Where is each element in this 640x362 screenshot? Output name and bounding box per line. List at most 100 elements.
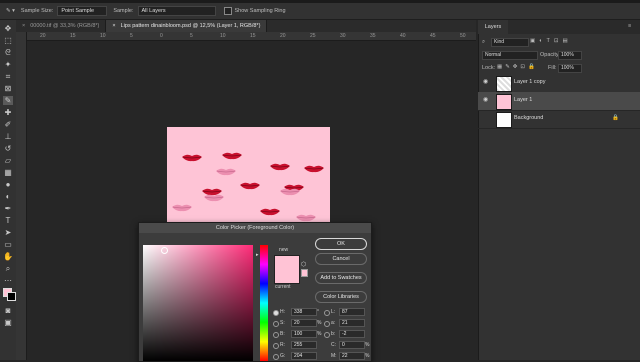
layer-row-selected[interactable]: ◉ Layer 1	[478, 92, 640, 111]
hue-slider[interactable]: ▸	[256, 245, 268, 361]
red-radio[interactable]	[273, 343, 279, 349]
close-icon[interactable]: ×	[22, 23, 25, 29]
web-safe-swatch[interactable]	[301, 269, 308, 277]
healing-brush-icon[interactable]: ✚	[3, 108, 13, 117]
ruler-tick: 25	[310, 33, 316, 39]
color-picker-dialog: Color Picker (Foreground Color) ▸ new ⬡ …	[138, 222, 372, 362]
gradient-tool-icon[interactable]: ▦	[3, 168, 13, 177]
type-tool-icon[interactable]: T	[3, 216, 13, 225]
clone-stamp-icon[interactable]: ⊥	[3, 132, 13, 141]
opacity-input[interactable]: 100%	[558, 51, 582, 60]
lips-graphic	[204, 194, 224, 202]
lock-icons[interactable]: ▦✎✥⊡🔒	[497, 64, 538, 70]
filter-search-icon[interactable]: ⌕	[482, 39, 485, 46]
brightness-input[interactable]: 100	[291, 330, 317, 338]
layer-row[interactable]: ◉ Layer 1 copy	[478, 74, 640, 93]
ruler-tick: 20	[280, 33, 286, 39]
saturation-brightness-field[interactable]	[143, 245, 253, 361]
blur-tool-icon[interactable]: ●	[3, 180, 13, 189]
cancel-button[interactable]: Cancel	[315, 253, 367, 265]
hue-input[interactable]: 338	[291, 308, 317, 316]
rectangle-tool-icon[interactable]: ▭	[3, 240, 13, 249]
quick-select-tool-icon[interactable]: ✦	[3, 60, 13, 69]
quick-mask-icon[interactable]: ◙	[3, 306, 13, 315]
layers-tab[interactable]: Layers	[478, 20, 508, 34]
eyedropper-tool-icon[interactable]: ✎ ▾	[6, 8, 15, 14]
blend-mode-select[interactable]: Normal	[482, 51, 538, 60]
saturation-input[interactable]: 20	[291, 319, 317, 327]
magenta-input[interactable]: 22	[339, 352, 365, 360]
dodge-tool-icon[interactable]: ◐	[3, 192, 13, 201]
fill-input[interactable]: 100%	[558, 64, 582, 73]
close-icon[interactable]: ×	[112, 23, 115, 29]
saturation-radio[interactable]	[273, 321, 279, 327]
hue-radio[interactable]	[273, 310, 279, 316]
hue-slider-handle[interactable]: ▸	[256, 252, 259, 258]
color-cursor[interactable]	[161, 247, 168, 254]
tab-label: 00000.tif @ 33,3% (RGB/8*)	[30, 23, 100, 29]
marquee-tool-icon[interactable]: ⬚	[3, 36, 13, 45]
filter-kind-select[interactable]: Kind	[491, 38, 529, 47]
b-channel-input[interactable]: -2	[339, 330, 365, 338]
layer-thumbnail	[496, 112, 512, 128]
pen-tool-icon[interactable]: ✒	[3, 204, 13, 213]
saturation-unit: %	[317, 320, 322, 326]
zoom-tool-icon[interactable]: ⌕	[3, 264, 13, 273]
saturation-label: S:	[280, 320, 285, 326]
path-select-icon[interactable]: ➤	[3, 228, 13, 237]
lightness-input[interactable]: 87	[339, 308, 365, 316]
history-brush-icon[interactable]: ↺	[3, 144, 13, 153]
ruler-tick: 15	[250, 33, 256, 39]
eraser-tool-icon[interactable]: ▱	[3, 156, 13, 165]
lock-icon: 🔒	[612, 115, 619, 121]
screen-mode-icon[interactable]: ▣	[3, 318, 13, 327]
green-radio[interactable]	[273, 354, 279, 360]
a-channel-radio[interactable]	[324, 321, 330, 327]
visibility-eye-icon[interactable]: ◉	[483, 97, 490, 103]
filter-icons[interactable]: ▣◐T⊡▤	[530, 38, 572, 44]
green-input[interactable]: 204	[291, 352, 317, 360]
layer-thumbnail	[496, 76, 512, 92]
document-tab[interactable]: × 00000.tif @ 33,3% (RGB/8*)	[16, 20, 107, 32]
document-tab-active[interactable]: × Lips pattern dinainbloom.psd @ 12,5% (L…	[106, 20, 268, 32]
crop-tool-icon[interactable]: ⌗	[3, 72, 13, 81]
brush-tool-icon[interactable]: ✐	[3, 120, 13, 129]
horizontal-ruler: 20 15 10 5 0 5 10 15 20 25 30 35 40 45 5…	[26, 32, 476, 41]
lasso-tool-icon[interactable]: ᘓ	[3, 48, 13, 57]
lips-graphic	[172, 204, 192, 212]
lightness-label: L:	[331, 309, 336, 315]
red-label: R:	[280, 342, 285, 348]
vertical-ruler	[16, 32, 27, 360]
sample-select[interactable]: All Layers	[137, 6, 216, 16]
visibility-eye-icon[interactable]: ◉	[483, 79, 490, 85]
more-tools-icon[interactable]: ⋯	[3, 276, 13, 285]
eyedropper-tool-icon[interactable]: ✎	[3, 96, 13, 105]
lips-graphic	[216, 168, 236, 176]
sample-size-select[interactable]: Point Sample	[57, 6, 108, 16]
panel-menu-icon[interactable]: ≡	[628, 23, 631, 29]
ok-button[interactable]: OK	[315, 238, 367, 250]
layer-row[interactable]: Background 🔒	[478, 110, 640, 129]
a-channel-label: a:	[331, 320, 336, 326]
ruler-tick: 40	[400, 33, 406, 39]
document-canvas[interactable]	[167, 127, 330, 227]
ruler-tick: 5	[190, 33, 193, 39]
frame-tool-icon[interactable]: ⊠	[3, 84, 13, 93]
cyan-label: C:	[331, 342, 336, 348]
ruler-tick: 5	[130, 33, 133, 39]
a-channel-input[interactable]: 21	[339, 319, 365, 327]
show-ring-checkbox[interactable]	[223, 7, 232, 15]
b-channel-radio[interactable]	[324, 332, 330, 338]
hand-tool-icon[interactable]: ✋	[3, 252, 13, 261]
brightness-radio[interactable]	[273, 332, 279, 338]
move-tool-icon[interactable]: ✥	[3, 24, 13, 33]
add-to-swatches-button[interactable]: Add to Swatches	[315, 272, 367, 284]
lightness-radio[interactable]	[324, 310, 330, 316]
cyan-input[interactable]: 0	[339, 341, 365, 349]
cyan-unit: %	[365, 342, 370, 348]
color-libraries-button[interactable]: Color Libraries	[315, 291, 367, 303]
ruler-tick: 0	[160, 33, 163, 39]
red-input[interactable]: 255	[291, 341, 317, 349]
background-color-swatch[interactable]	[7, 292, 16, 301]
ruler-tick: 10	[220, 33, 226, 39]
